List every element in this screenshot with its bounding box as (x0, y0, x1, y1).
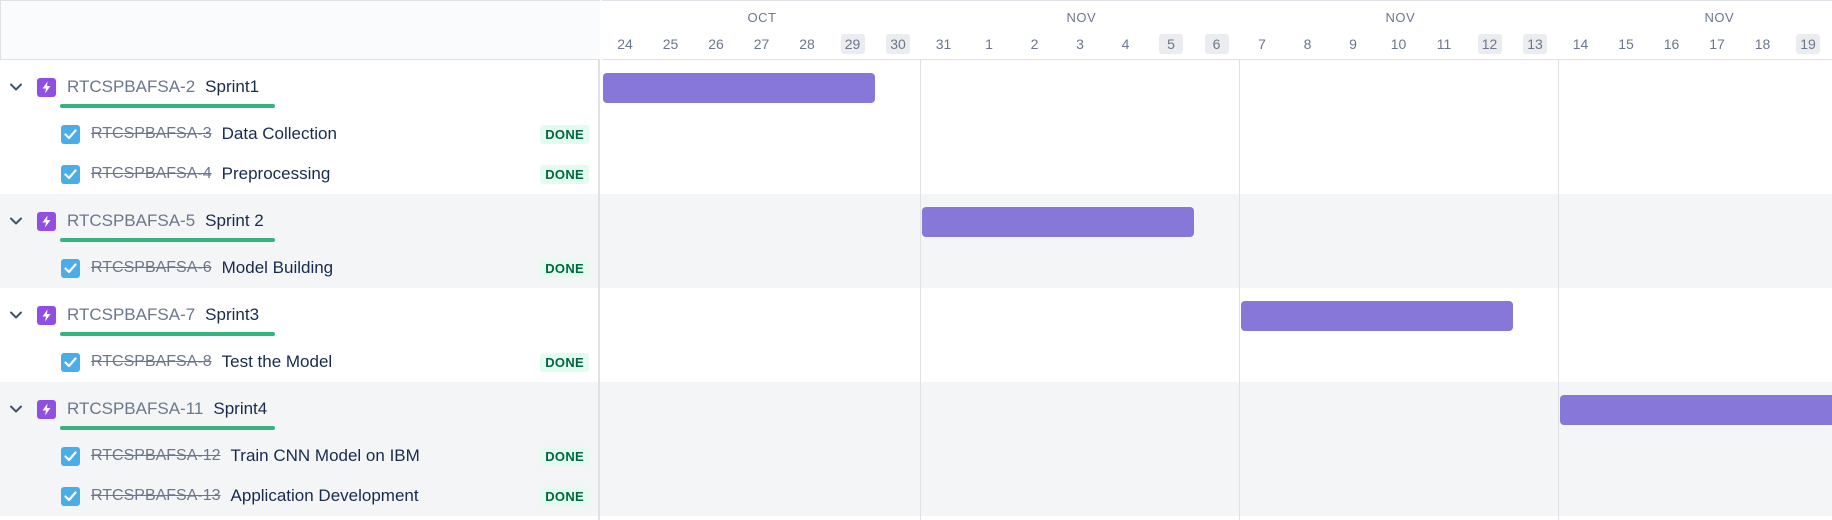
task-checkbox-icon (61, 258, 80, 278)
day-label: 13 (1523, 34, 1547, 54)
day-label: 8 (1303, 36, 1312, 52)
timeline-header: OCT NOV NOV NOV 24 25 26 27 28 29 30 31 1 2 3 4 5 6 7 8 9 10 1… (602, 0, 1832, 60)
month-label: OCT (747, 10, 777, 25)
day-label: 2 (1030, 36, 1039, 52)
chevron-down-icon[interactable] (8, 307, 24, 323)
day-label: 17 (1709, 36, 1725, 52)
issue-list-header (0, 0, 600, 60)
task-row[interactable]: RTCSPBAFSA-4 Preprocessing DONE (0, 154, 600, 194)
day-label: 4 (1121, 36, 1130, 52)
day-label: 12 (1477, 34, 1502, 54)
epic-name[interactable]: Sprint4 (213, 399, 267, 419)
task-checkbox-icon (61, 124, 80, 144)
day-label: 25 (662, 36, 679, 52)
task-row[interactable]: RTCSPBAFSA-3 Data Collection DONE (0, 114, 600, 154)
day-label: 24 (617, 36, 633, 52)
day-label: 26 (708, 36, 724, 52)
task-key-link[interactable]: RTCSPBAFSA-13 (91, 487, 221, 505)
status-badge: DONE (540, 258, 589, 278)
epic-name[interactable]: Sprint3 (205, 305, 259, 325)
epic-lightning-icon (37, 399, 56, 419)
epic-name[interactable]: Sprint1 (205, 77, 259, 97)
epic-timeline-bar[interactable] (1560, 395, 1832, 425)
epic-key-link[interactable]: RTCSPBAFSA-5 (67, 211, 195, 231)
status-badge: DONE (540, 486, 589, 506)
status-badge: DONE (540, 352, 589, 372)
epic-timeline-bar[interactable] (603, 73, 875, 103)
week-divider (920, 0, 921, 520)
timeline-panel: OCT NOV NOV NOV 24 25 26 27 28 29 30 31 1 2 3 4 5 6 7 8 9 10 1… (602, 0, 1832, 520)
task-name[interactable]: Preprocessing (222, 164, 331, 184)
day-label: 10 (1390, 36, 1407, 52)
epic-progress-bar (60, 426, 275, 430)
task-name[interactable]: Test the Model (222, 352, 333, 372)
status-badge: DONE (540, 164, 589, 184)
day-label: 31 (935, 36, 952, 52)
task-row[interactable]: RTCSPBAFSA-6 Model Building DONE (0, 248, 600, 288)
day-label: 1 (985, 36, 993, 52)
task-key-link[interactable]: RTCSPBAFSA-3 (91, 125, 212, 143)
chevron-down-icon[interactable] (8, 213, 24, 229)
day-label: 11 (1436, 36, 1452, 52)
task-checkbox-icon (61, 164, 80, 184)
epic-row[interactable]: RTCSPBAFSA-5 Sprint 2 (0, 201, 600, 241)
task-name[interactable]: Train CNN Model on IBM (231, 446, 420, 466)
task-checkbox-icon (61, 352, 80, 372)
epic-lightning-icon (37, 211, 56, 231)
chevron-down-icon[interactable] (8, 401, 24, 417)
epic-row[interactable]: RTCSPBAFSA-2 Sprint1 (0, 67, 600, 107)
status-badge: DONE (540, 124, 589, 144)
day-label: 27 (753, 36, 770, 52)
chevron-down-icon[interactable] (8, 79, 24, 95)
task-name[interactable]: Data Collection (222, 124, 337, 144)
issue-list-panel: RTCSPBAFSA-2 Sprint1 RTCSPBAFSA-3 Data Coll… (0, 0, 600, 520)
day-label: 14 (1572, 36, 1589, 52)
day-label: 16 (1663, 36, 1680, 52)
day-label: 28 (799, 36, 815, 52)
epic-lightning-icon (37, 305, 56, 325)
epic-timeline-bar[interactable] (922, 207, 1194, 237)
epic-key-link[interactable]: RTCSPBAFSA-7 (67, 305, 195, 325)
week-divider (1239, 0, 1240, 520)
epic-row[interactable]: RTCSPBAFSA-7 Sprint3 (0, 295, 600, 335)
day-label: 18 (1754, 36, 1771, 52)
day-label: 6 (1204, 34, 1229, 54)
task-row[interactable]: RTCSPBAFSA-13 Application Development DONE (0, 476, 600, 516)
day-label: 29 (840, 34, 865, 54)
month-label: NOV (1385, 10, 1416, 25)
epic-timeline-bar[interactable] (1241, 301, 1513, 331)
epic-lightning-icon (37, 77, 56, 97)
roadmap-view: RTCSPBAFSA-2 Sprint1 RTCSPBAFSA-3 Data Coll… (0, 0, 1832, 520)
epic-progress-bar (60, 104, 275, 108)
task-key-link[interactable]: RTCSPBAFSA-8 (91, 353, 212, 371)
epic-key-link[interactable]: RTCSPBAFSA-11 (67, 399, 203, 419)
task-key-link[interactable]: RTCSPBAFSA-4 (91, 165, 212, 183)
epic-key-link[interactable]: RTCSPBAFSA-2 (67, 77, 195, 97)
task-checkbox-icon (61, 446, 80, 466)
day-label: 3 (1076, 36, 1084, 52)
task-key-link[interactable]: RTCSPBAFSA-12 (91, 447, 221, 465)
task-checkbox-icon (61, 486, 80, 506)
epic-row[interactable]: RTCSPBAFSA-11 Sprint4 (0, 389, 600, 429)
day-label: 9 (1349, 36, 1357, 52)
epic-name[interactable]: Sprint 2 (205, 211, 264, 231)
task-row[interactable]: RTCSPBAFSA-12 Train CNN Model on IBM DONE (0, 436, 600, 476)
status-badge: DONE (540, 446, 589, 466)
task-key-link[interactable]: RTCSPBAFSA-6 (91, 259, 212, 277)
week-divider (1558, 0, 1559, 520)
day-label: 5 (1159, 34, 1183, 54)
task-name[interactable]: Application Development (231, 486, 419, 506)
day-label: 19 (1796, 34, 1820, 54)
month-label: NOV (1704, 10, 1735, 25)
day-label: 7 (1258, 36, 1266, 52)
epic-progress-bar (60, 238, 275, 242)
month-label: NOV (1066, 10, 1097, 25)
day-label: 30 (886, 34, 910, 54)
task-name[interactable]: Model Building (222, 258, 334, 278)
epic-progress-bar (60, 332, 275, 336)
day-label: 15 (1618, 36, 1634, 52)
task-row[interactable]: RTCSPBAFSA-8 Test the Model DONE (0, 342, 600, 382)
